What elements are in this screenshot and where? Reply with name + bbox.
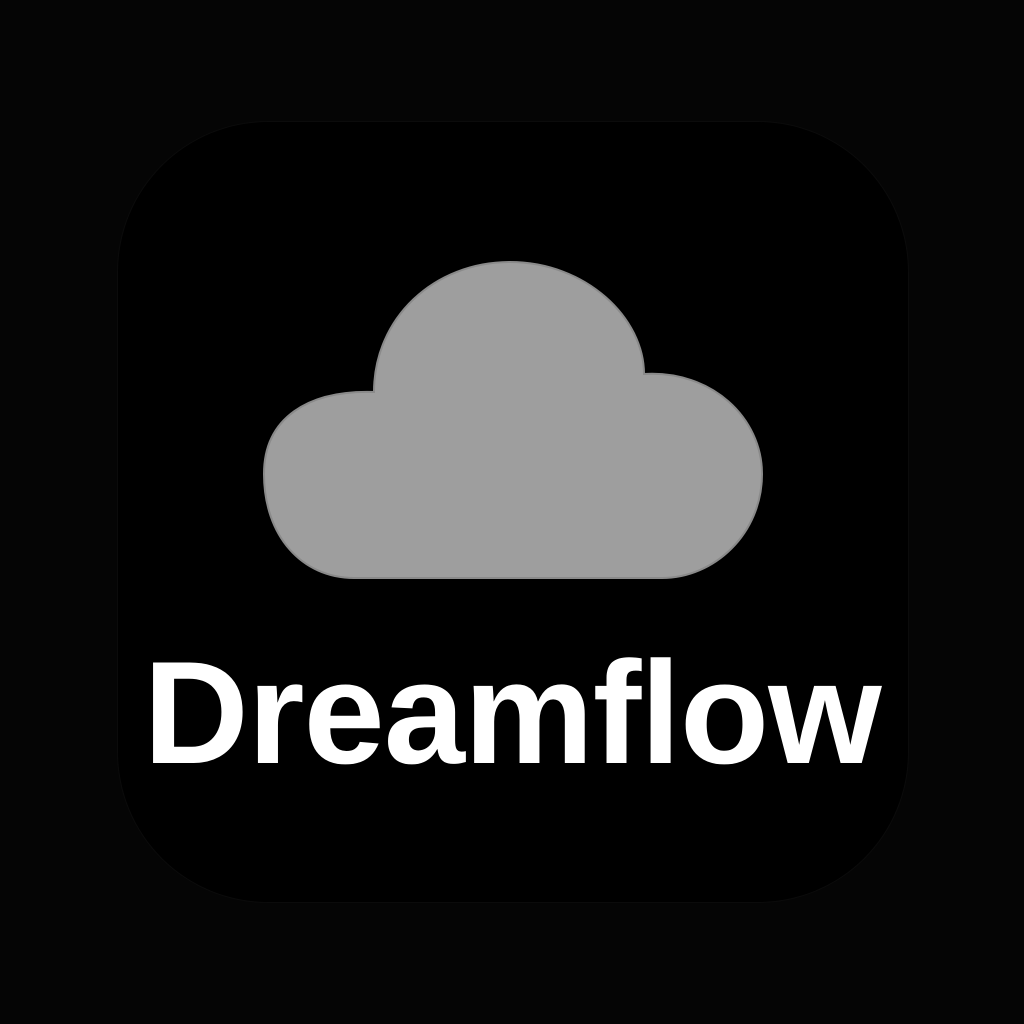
cloud-icon — [262, 260, 764, 579]
app-name-label: Dreamflow — [143, 631, 881, 794]
cloud-shape — [262, 260, 764, 579]
app-icon-canvas: Dreamflow — [0, 0, 1024, 1024]
